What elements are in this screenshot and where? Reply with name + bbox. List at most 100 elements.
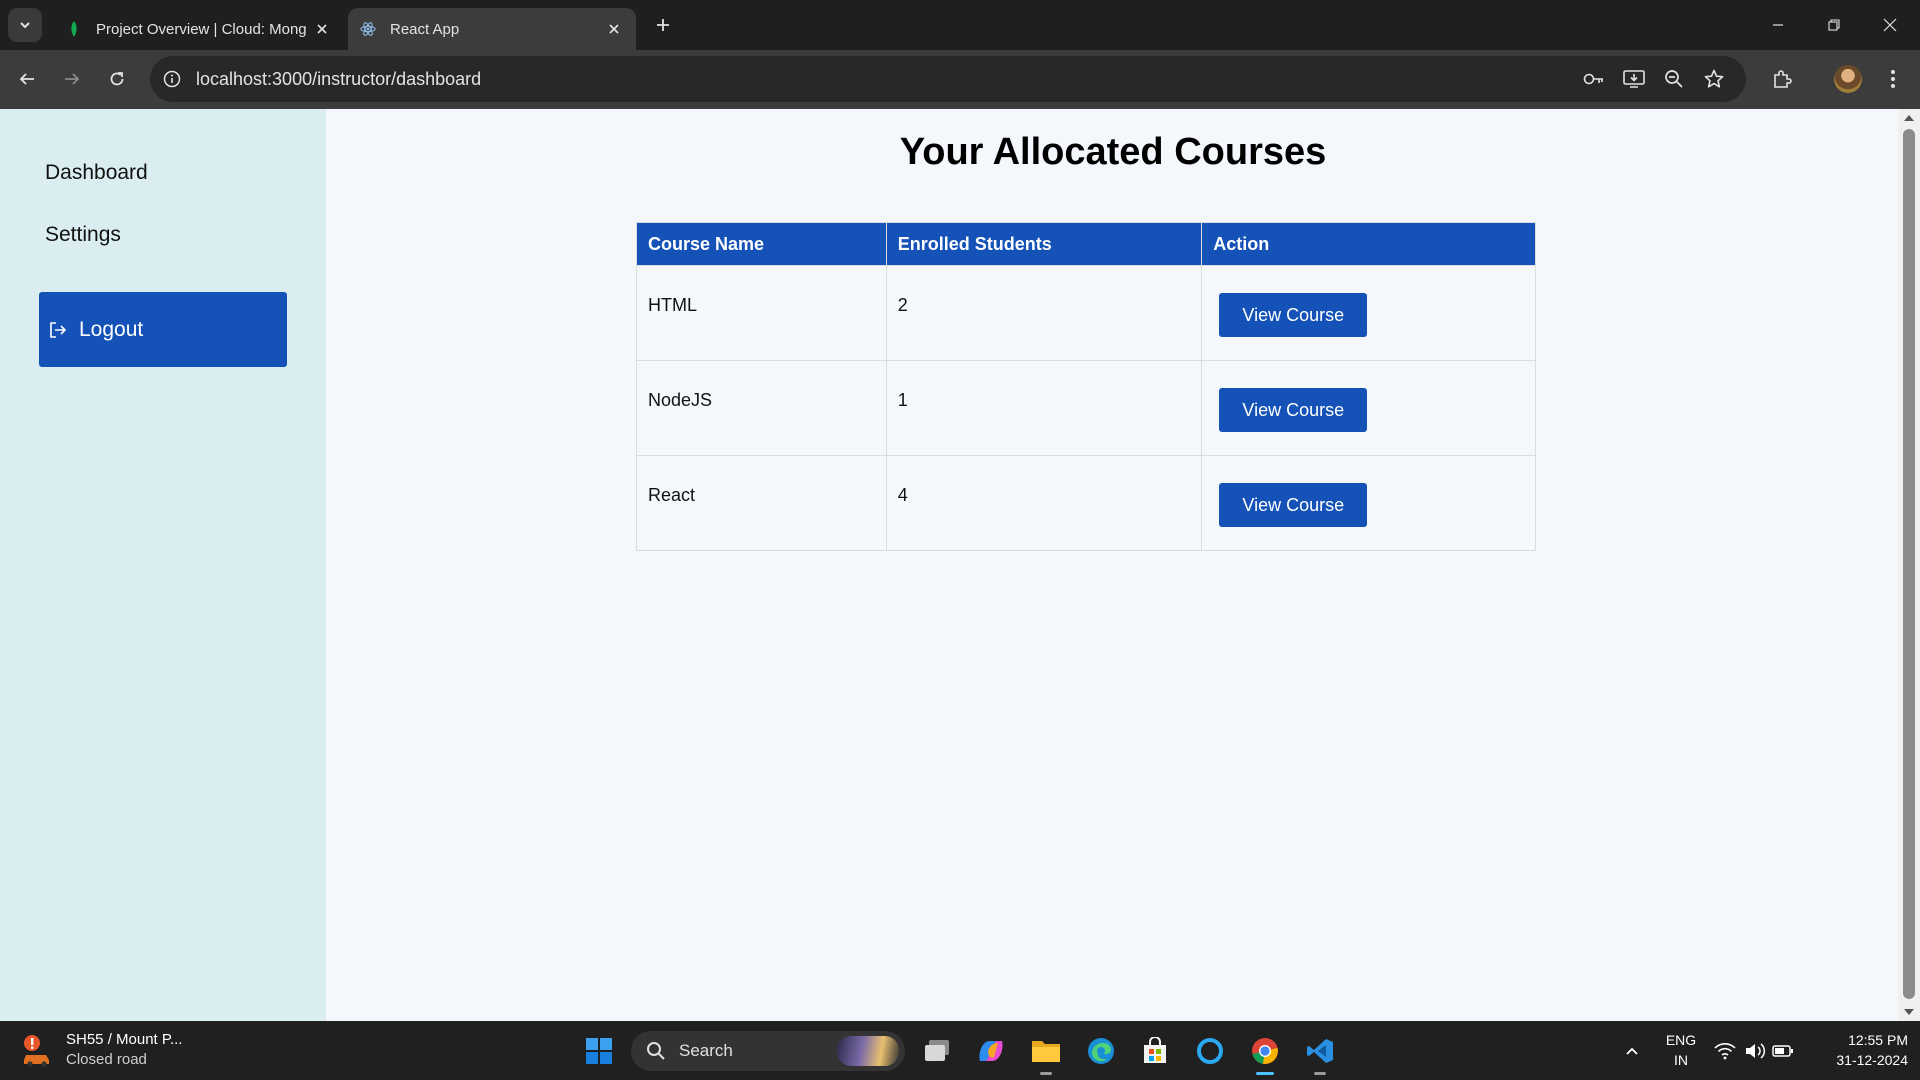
search-label: Search	[679, 1041, 733, 1060]
profile-avatar[interactable]	[1834, 65, 1862, 93]
tab-search-button[interactable]	[8, 8, 42, 42]
tab-mongodb[interactable]: Project Overview | Cloud: Mong	[54, 8, 344, 50]
menu-button[interactable]	[1876, 62, 1910, 96]
extensions-button[interactable]	[1765, 62, 1799, 96]
close-window-button[interactable]	[1862, 8, 1918, 42]
vscode-icon	[1307, 1039, 1333, 1063]
sidebar-item-dashboard[interactable]: Dashboard	[45, 161, 148, 185]
action-cell: View Course	[1201, 265, 1536, 361]
microsoft-store-app[interactable]	[1135, 1031, 1175, 1071]
vscode-app[interactable]	[1300, 1031, 1340, 1075]
course-name-cell: HTML	[636, 265, 887, 361]
forward-button[interactable]	[55, 62, 89, 96]
store-icon	[1144, 1037, 1166, 1063]
reload-icon	[110, 72, 124, 86]
install-app-icon[interactable]	[1622, 67, 1646, 91]
windows-taskbar: SH55 / Mount P... Closed road Search	[0, 1021, 1920, 1080]
address-bar[interactable]: localhost:3000/instructor/dashboard	[150, 56, 1746, 102]
language-code: ENG	[1665, 1032, 1697, 1048]
enrolled-count-cell: 2	[885, 265, 1203, 361]
action-cell: View Course	[1201, 455, 1536, 551]
tab-react-app[interactable]: React App	[348, 8, 636, 50]
minimize-button[interactable]	[1750, 8, 1806, 42]
chrome-icon	[1252, 1038, 1278, 1064]
column-header-enrolled-students: Enrolled Students	[885, 222, 1203, 266]
edge-app[interactable]	[1081, 1031, 1121, 1071]
arrow-left-icon	[19, 73, 34, 85]
action-cell: View Course	[1201, 360, 1536, 456]
logout-button[interactable]: Logout	[39, 292, 287, 367]
url-text: localhost:3000/instructor/dashboard	[196, 68, 482, 89]
enrolled-count-cell: 4	[885, 455, 1203, 551]
input-language-indicator[interactable]: ENG IN	[1660, 1030, 1702, 1070]
new-tab-button[interactable]	[650, 12, 676, 38]
column-header-course-name: Course Name	[636, 222, 887, 266]
battery-icon	[1772, 1044, 1793, 1057]
logout-label: Logout	[79, 317, 144, 341]
enrolled-count-cell: 1	[885, 360, 1203, 456]
show-hidden-icons-button[interactable]	[1612, 1031, 1652, 1071]
cortana-app[interactable]	[1190, 1031, 1230, 1071]
react-atom-icon	[360, 21, 376, 37]
region-code: IN	[1674, 1052, 1688, 1068]
weather-widget[interactable]: SH55 / Mount P... Closed road	[20, 1030, 182, 1070]
file-explorer-app[interactable]	[1026, 1031, 1066, 1075]
edge-browser-icon	[1088, 1038, 1114, 1064]
browser-tab-strip: Project Overview | Cloud: Mong React App	[0, 0, 1920, 50]
tab-title: Project Overview | Cloud: Mong	[96, 20, 307, 38]
chrome-app[interactable]	[1245, 1031, 1285, 1075]
restore-button[interactable]	[1806, 8, 1862, 42]
folder-icon	[1032, 1041, 1060, 1062]
mongodb-leaf-icon	[66, 21, 82, 37]
traffic-alert-icon	[20, 1033, 54, 1067]
site-info-icon[interactable]	[162, 69, 182, 89]
minimize-icon	[1773, 24, 1783, 26]
course-name-cell: NodeJS	[636, 360, 887, 456]
taskbar-search[interactable]: Search	[631, 1031, 905, 1071]
tab-title: React App	[390, 20, 460, 38]
page-scrollbar[interactable]	[1898, 109, 1920, 1021]
bookmark-star-icon[interactable]	[1702, 67, 1726, 91]
password-key-icon[interactable]	[1582, 67, 1606, 91]
chevron-up-icon	[1626, 1047, 1638, 1055]
search-icon	[645, 1040, 667, 1062]
logout-icon	[47, 319, 69, 341]
scroll-up-arrow-icon[interactable]	[1904, 115, 1914, 121]
back-button[interactable]	[10, 62, 44, 96]
table-row: NodeJS 1 View Course	[636, 360, 1536, 456]
sidebar: Dashboard Settings Logout	[0, 109, 326, 1021]
system-tray[interactable]	[1714, 1021, 1804, 1080]
view-course-button[interactable]: View Course	[1219, 388, 1368, 432]
browser-toolbar: localhost:3000/instructor/dashboard	[0, 50, 1920, 109]
copilot-app[interactable]	[971, 1031, 1011, 1071]
taskbar-clock[interactable]: 12:55 PM 31-12-2024	[1808, 1030, 1908, 1070]
sidebar-item-settings[interactable]: Settings	[45, 223, 121, 247]
chevron-down-icon	[20, 22, 30, 29]
task-view-button[interactable]	[917, 1031, 957, 1071]
task-view-icon	[925, 1040, 949, 1061]
table-header-row: Course Name Enrolled Students Action	[636, 222, 1536, 266]
clock-time: 12:55 PM	[1848, 1032, 1908, 1048]
close-tab-icon[interactable]	[604, 19, 624, 39]
plus-icon	[657, 19, 669, 31]
column-header-action: Action	[1201, 222, 1536, 266]
close-icon	[1883, 18, 1897, 32]
course-name-cell: React	[636, 455, 887, 551]
table-row: HTML 2 View Course	[636, 265, 1536, 361]
courses-table: Course Name Enrolled Students Action HTM…	[636, 222, 1536, 551]
scroll-down-arrow-icon[interactable]	[1904, 1009, 1914, 1015]
copilot-icon	[979, 1041, 1003, 1061]
view-course-button[interactable]: View Course	[1219, 483, 1368, 527]
wifi-icon	[1714, 1042, 1736, 1059]
clock-date: 31-12-2024	[1836, 1052, 1908, 1068]
start-button[interactable]	[579, 1031, 619, 1071]
reload-button[interactable]	[100, 62, 134, 96]
puzzle-icon	[1774, 70, 1792, 88]
zoom-icon[interactable]	[1662, 67, 1686, 91]
circle-ring-icon	[1197, 1038, 1223, 1064]
arrow-right-icon	[65, 73, 80, 85]
volume-icon	[1746, 1042, 1766, 1059]
view-course-button[interactable]: View Course	[1219, 293, 1368, 337]
close-tab-icon[interactable]	[312, 19, 332, 39]
scrollbar-thumb[interactable]	[1903, 129, 1915, 999]
